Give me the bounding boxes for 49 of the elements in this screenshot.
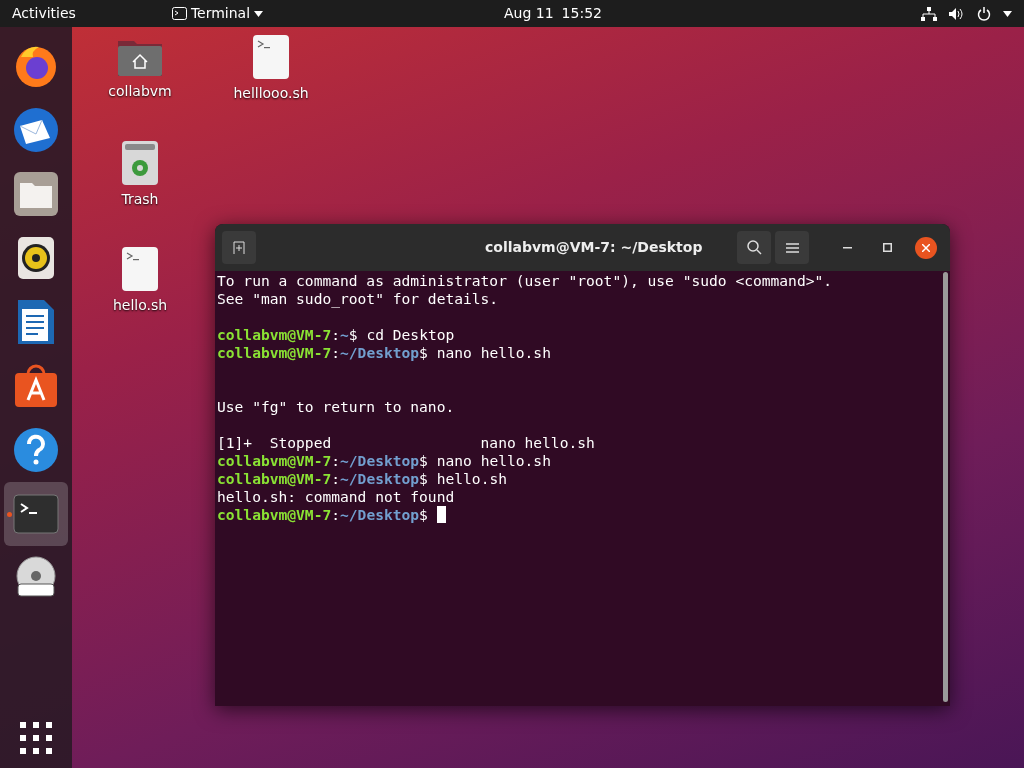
date-text: Aug 11	[504, 4, 554, 23]
maximize-icon	[882, 243, 892, 252]
time-text: 15:52	[561, 4, 602, 23]
disc-icon	[14, 556, 58, 600]
caret-icon	[254, 10, 264, 17]
envelope-globe-icon	[12, 106, 60, 154]
prompt-line: collabvm@VM-7:~/Desktop$ nano hello.sh	[217, 452, 551, 470]
help-icon	[13, 427, 59, 473]
network-icon[interactable]	[921, 6, 937, 21]
prompt-line: collabvm@VM-7:~$ cd Desktop	[217, 326, 455, 344]
desktop-icon[interactable]: Trash	[105, 141, 175, 210]
app-grid-icon[interactable]	[20, 722, 52, 754]
new-tab-icon	[232, 240, 246, 255]
output-line: [1]+ Stopped nano hello.sh	[217, 434, 595, 452]
prompt-line: collabvm@VM-7:~/Desktop$	[217, 506, 446, 524]
activities-button[interactable]: Activities	[0, 3, 88, 24]
output-line: To run a command as administrator (user "root"), use "sudo <command>".	[217, 272, 833, 290]
power-icon[interactable]	[977, 6, 991, 21]
search-icon	[746, 240, 762, 255]
close-icon	[922, 243, 930, 252]
window-title: collabvm@VM-7: ~/Desktop	[485, 238, 703, 257]
scrollbar[interactable]	[943, 272, 948, 702]
minimize-icon	[842, 246, 852, 249]
output-line: hello.sh: command not found	[217, 488, 455, 506]
folder-icon	[13, 171, 59, 217]
search-button[interactable]	[737, 231, 771, 264]
desktop-icon[interactable]: collabvm	[105, 37, 175, 102]
prompt-line: collabvm@VM-7:~/Desktop$ hello.sh	[217, 470, 507, 488]
output-line: See "man sudo_root" for details.	[217, 290, 499, 308]
new-tab-button[interactable]	[222, 231, 256, 264]
volume-icon[interactable]	[949, 6, 965, 21]
speaker-icon	[17, 236, 55, 280]
caret-icon[interactable]	[1003, 10, 1012, 17]
desktop-icon[interactable]: hello.sh	[105, 247, 175, 316]
script-file-icon	[253, 35, 289, 79]
close-button[interactable]	[915, 236, 937, 259]
prompt-line: collabvm@VM-7:~/Desktop$ nano hello.sh	[217, 344, 551, 362]
terminal-icon	[171, 7, 187, 20]
script-file-icon	[122, 247, 158, 291]
trash-icon	[122, 141, 158, 185]
output-line: Use "fg" to return to nano.	[217, 398, 455, 416]
clock[interactable]: Aug 11 15:52	[504, 3, 602, 24]
app-menu[interactable]: Terminal	[171, 3, 264, 24]
shopping-bag-icon	[13, 364, 59, 408]
document-icon	[17, 299, 55, 345]
menu-icon	[785, 242, 799, 253]
desktop-icon[interactable]: helllooo.sh	[236, 35, 306, 104]
terminal-icon	[13, 494, 59, 534]
menu-button[interactable]	[775, 231, 809, 264]
